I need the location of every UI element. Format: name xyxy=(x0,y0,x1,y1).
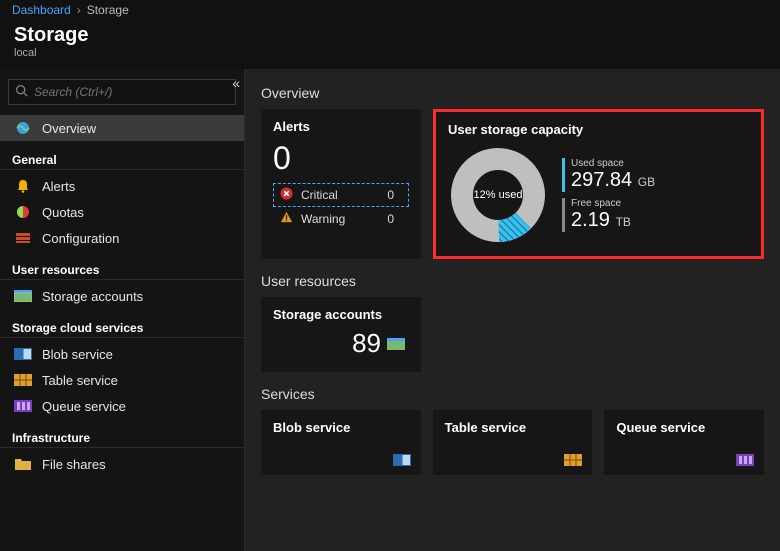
alerts-tile[interactable]: Alerts 0 Critical 0 Warning 0 xyxy=(261,109,421,259)
config-icon xyxy=(14,230,32,246)
alerts-total: 0 xyxy=(273,140,409,177)
capacity-free-value: 2.19 xyxy=(571,209,610,231)
capacity-donut-chart: 12% used xyxy=(448,145,548,245)
search-input[interactable] xyxy=(34,85,229,99)
critical-icon xyxy=(280,187,293,203)
search-box[interactable] xyxy=(8,79,236,105)
nav-configuration-label: Configuration xyxy=(42,231,119,246)
alerts-critical-label: Critical xyxy=(301,188,338,202)
queue-service-title: Queue service xyxy=(616,420,752,435)
capacity-used-value: 297.84 xyxy=(571,169,632,191)
bell-icon xyxy=(14,178,32,194)
search-icon xyxy=(15,84,28,100)
section-overview-title: Overview xyxy=(261,85,764,101)
storage-account-icon xyxy=(387,337,405,351)
nav-storage-accounts-label: Storage accounts xyxy=(42,289,143,304)
globe-icon xyxy=(14,120,32,136)
storage-accounts-count: 89 xyxy=(352,328,381,359)
nav-overview-label: Overview xyxy=(42,121,96,136)
nav-overview[interactable]: Overview xyxy=(0,115,244,141)
capacity-title: User storage capacity xyxy=(448,122,749,137)
queue-service-tile[interactable]: Queue service xyxy=(604,410,764,475)
page-subtitle: local xyxy=(14,47,766,59)
capacity-donut-center-label: 12% used xyxy=(448,145,548,245)
capacity-free-unit: TB xyxy=(616,215,631,229)
breadcrumb: Dashboard › Storage xyxy=(0,0,780,20)
nav-table-label: Table service xyxy=(42,373,118,388)
alerts-critical-row[interactable]: Critical 0 xyxy=(273,183,409,207)
nav-blob-service[interactable]: Blob service xyxy=(0,341,244,367)
blob-service-title: Blob service xyxy=(273,420,409,435)
capacity-tile[interactable]: User storage capacity xyxy=(433,109,764,259)
queue-service-icon xyxy=(736,453,754,467)
quota-icon xyxy=(14,204,32,220)
nav-section-general: General xyxy=(0,145,244,170)
capacity-used-stat: Used space 297.84 GB xyxy=(562,158,655,192)
blob-service-icon xyxy=(14,346,32,362)
blob-service-icon xyxy=(393,453,411,467)
breadcrumb-current: Storage xyxy=(87,3,129,17)
alerts-warning-row[interactable]: Warning 0 xyxy=(273,207,409,231)
nav-blob-label: Blob service xyxy=(42,347,113,362)
page-header: Storage local xyxy=(0,20,780,69)
section-services-title: Services xyxy=(261,386,764,402)
nav-section-cloud-services: Storage cloud services xyxy=(0,313,244,338)
nav-alerts-label: Alerts xyxy=(42,179,75,194)
storage-account-icon xyxy=(14,288,32,304)
nav-section-infrastructure: Infrastructure xyxy=(0,423,244,448)
storage-accounts-tile[interactable]: Storage accounts 89 xyxy=(261,297,421,372)
alerts-tile-title: Alerts xyxy=(273,119,409,134)
capacity-used-label: Used space xyxy=(571,158,655,169)
nav-file-shares-label: File shares xyxy=(42,457,106,472)
nav-alerts[interactable]: Alerts xyxy=(0,173,244,199)
breadcrumb-root[interactable]: Dashboard xyxy=(12,3,71,17)
page-title: Storage xyxy=(14,24,766,47)
section-user-resources-title: User resources xyxy=(261,273,764,289)
table-service-icon xyxy=(14,372,32,388)
nav-queue-service[interactable]: Queue service xyxy=(0,393,244,419)
blob-service-tile[interactable]: Blob service xyxy=(261,410,421,475)
capacity-free-label: Free space xyxy=(571,198,655,209)
nav-table-service[interactable]: Table service xyxy=(0,367,244,393)
alerts-warning-label: Warning xyxy=(301,212,345,226)
queue-service-icon xyxy=(14,398,32,414)
warning-icon xyxy=(280,211,293,227)
nav-queue-label: Queue service xyxy=(42,399,126,414)
nav-quotas-label: Quotas xyxy=(42,205,84,220)
table-service-tile[interactable]: Table service xyxy=(433,410,593,475)
alerts-warning-count: 0 xyxy=(387,212,394,226)
nav-configuration[interactable]: Configuration xyxy=(0,225,244,251)
table-service-icon xyxy=(564,453,582,467)
sidebar: « Overview General Alerts Quotas xyxy=(0,69,245,551)
table-service-title: Table service xyxy=(445,420,581,435)
nav-storage-accounts[interactable]: Storage accounts xyxy=(0,283,244,309)
storage-accounts-title: Storage accounts xyxy=(273,307,409,322)
alerts-critical-count: 0 xyxy=(387,188,394,202)
capacity-free-stat: Free space 2.19 TB xyxy=(562,198,655,232)
folder-icon xyxy=(14,456,32,472)
breadcrumb-separator: › xyxy=(77,3,81,17)
collapse-sidebar-button[interactable]: « xyxy=(232,75,240,91)
main-content: Overview Alerts 0 Critical 0 Warning xyxy=(245,69,780,551)
capacity-used-unit: GB xyxy=(638,175,655,189)
nav-quotas[interactable]: Quotas xyxy=(0,199,244,225)
nav-file-shares[interactable]: File shares xyxy=(0,451,244,477)
nav-section-user-resources: User resources xyxy=(0,255,244,280)
capacity-stats: Used space 297.84 GB Free space 2.19 TB xyxy=(562,152,655,238)
